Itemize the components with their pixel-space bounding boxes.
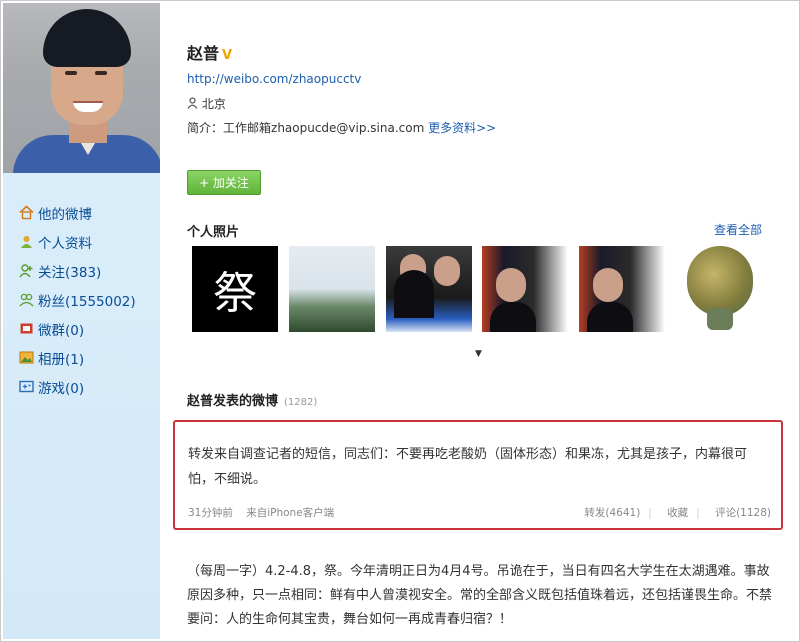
person-icon <box>187 97 202 111</box>
photo-thumbnail[interactable] <box>677 246 763 332</box>
sidebar-item-label: 微群(0) <box>38 322 85 339</box>
follow-icon <box>18 263 34 279</box>
view-all-photos-link[interactable]: 查看全部 <box>714 221 762 238</box>
photos-title: 个人照片 <box>187 225 240 240</box>
photo-thumbnail[interactable] <box>482 246 568 332</box>
sidebar-item-groups[interactable]: 微群(0) <box>18 314 136 343</box>
sidebar-item-label: 关注(383) <box>38 264 102 281</box>
post-source[interactable]: 来自iPhone客户端 <box>246 507 334 519</box>
profile-location: 北京 <box>187 95 226 112</box>
album-icon <box>18 350 34 366</box>
sidebar-item-label: 他的微博 <box>38 206 92 223</box>
sidebar-item-following[interactable]: 关注(383) <box>18 256 136 285</box>
post-time[interactable]: 31分钟前 <box>188 507 233 519</box>
group-icon <box>18 321 34 337</box>
sidebar-item-album[interactable]: 相册(1) <box>18 343 136 372</box>
home-icon <box>18 205 34 221</box>
photo-thumbnail[interactable]: 祭 <box>192 246 278 332</box>
sidebar-item-weibo[interactable]: 他的微博 <box>18 198 136 227</box>
posts-count: (1282) <box>284 397 318 408</box>
profile-icon <box>18 234 34 250</box>
profile-url[interactable]: http://weibo.com/zhaopucctv <box>187 72 361 86</box>
more-info-link[interactable]: 更多资料>> <box>428 121 496 135</box>
favorite-button[interactable]: 收藏 <box>667 507 688 519</box>
follow-button[interactable]: + 加关注 <box>187 170 261 195</box>
post-actions: 转发(4641) | 收藏 | 评论(1128) <box>584 507 771 519</box>
posts-title: 赵普发表的微博 (1282) <box>187 394 318 409</box>
photo-thumbnail[interactable] <box>386 246 472 332</box>
sidebar-item-games[interactable]: 游戏(0) <box>18 372 136 401</box>
avatar[interactable] <box>3 3 160 173</box>
featured-post: 转发来自调查记者的短信，同志们：不要再吃老酸奶（固体形态）和果冻，尤其是孩子，内… <box>173 420 783 530</box>
repost-button[interactable]: 转发(4641) <box>584 507 640 519</box>
verified-icon: V <box>222 48 233 63</box>
sidebar-item-label: 相册(1) <box>38 351 85 368</box>
photo-thumbnail[interactable] <box>579 246 665 332</box>
sidebar-item-label: 个人资料 <box>38 235 92 252</box>
post-meta: 31分钟前 来自iPhone客户端 <box>188 505 334 520</box>
profile-bio: 简介：工作邮箱zhaopucde@vip.sina.com 更多资料>> <box>187 121 497 135</box>
post-text: 转发来自调查记者的短信，同志们：不要再吃老酸奶（固体形态）和果冻，尤其是孩子，内… <box>188 447 748 487</box>
sidebar-item-fans[interactable]: 粉丝(1555002) <box>18 285 136 314</box>
fans-icon <box>18 292 34 308</box>
sidebar-nav: 他的微博 个人资料 关注(383) 粉丝(1555002) 微群(0) 相册(1… <box>18 198 136 401</box>
sidebar-item-profile[interactable]: 个人资料 <box>18 227 136 256</box>
game-icon <box>18 379 34 395</box>
photo-thumbnail[interactable] <box>289 246 375 332</box>
comment-button[interactable]: 评论(1128) <box>715 507 771 519</box>
profile-name: 赵普 V <box>187 44 233 63</box>
sidebar-item-label: 游戏(0) <box>38 380 85 397</box>
post-text: （每周一字）4.2-4.8，祭。今年清明正日为4月4号。吊诡在于，当日有四名大学… <box>187 564 773 627</box>
sidebar-item-label: 粉丝(1555002) <box>38 293 136 310</box>
expand-photos-icon[interactable]: ▼ <box>475 349 482 359</box>
